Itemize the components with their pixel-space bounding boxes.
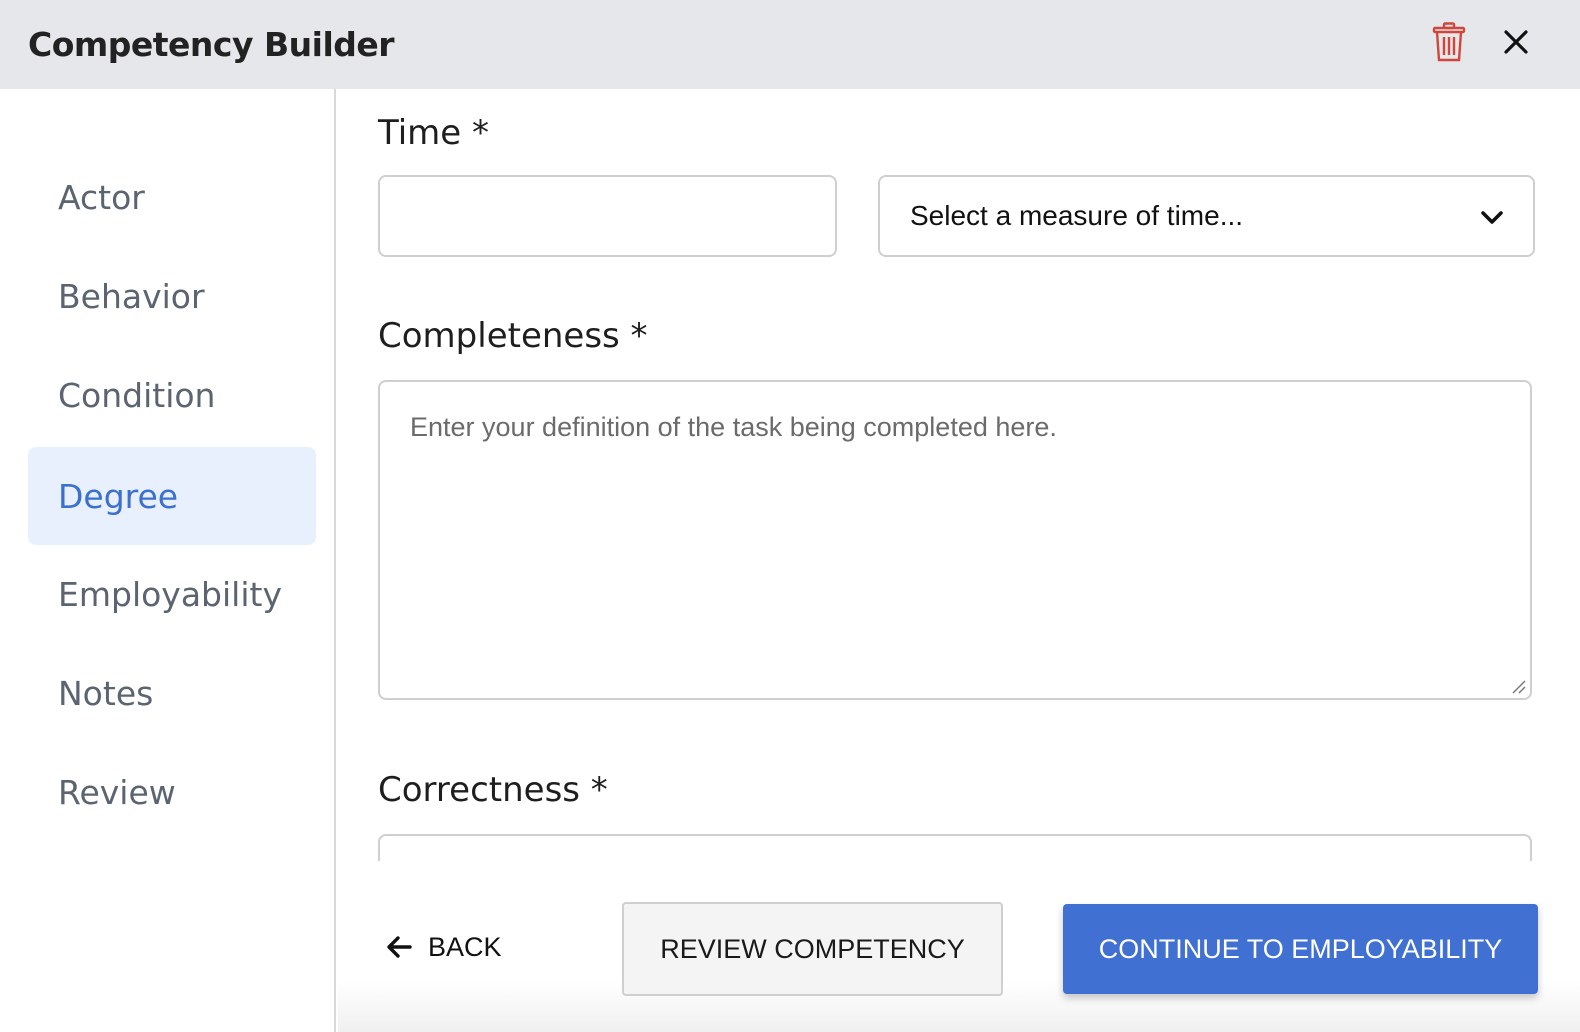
continue-button-label: CONTINUE TO EMPLOYABILITY: [1098, 933, 1503, 964]
resize-handle-icon[interactable]: [1510, 678, 1526, 694]
sidebar-item-review[interactable]: Review: [28, 743, 316, 841]
review-button-label: REVIEW COMPETENCY: [660, 933, 965, 964]
sidebar-item-label: Actor: [58, 177, 145, 217]
sidebar-item-employability[interactable]: Employability: [28, 545, 316, 643]
arrow-left-icon: [386, 933, 414, 961]
sidebar-item-label: Condition: [58, 375, 216, 415]
completeness-label: Completeness *: [378, 316, 648, 356]
step-sidebar: Actor Behavior Condition Degree Employab…: [0, 89, 336, 1032]
sidebar-item-label: Review: [58, 772, 176, 812]
sidebar-item-degree[interactable]: Degree: [28, 447, 316, 545]
sidebar-item-label: Degree: [58, 476, 179, 516]
degree-form: Time * Select a measure of time... Compl…: [338, 89, 1580, 861]
time-label: Time *: [378, 113, 490, 153]
time-measure-select[interactable]: Select a measure of time...: [878, 175, 1535, 257]
sidebar-item-condition[interactable]: Condition: [28, 346, 316, 444]
modal-header: Competency Builder: [0, 0, 1580, 89]
sidebar-item-behavior[interactable]: Behavior: [28, 247, 316, 345]
sidebar-item-actor[interactable]: Actor: [28, 148, 316, 246]
modal-title: Competency Builder: [28, 25, 395, 64]
correctness-label: Correctness *: [378, 770, 608, 810]
time-measure-select-value: Select a measure of time...: [910, 200, 1244, 231]
continue-button[interactable]: CONTINUE TO EMPLOYABILITY: [1063, 904, 1538, 994]
close-icon[interactable]: [1500, 26, 1532, 58]
completeness-textarea[interactable]: Enter your definition of the task being …: [378, 380, 1532, 700]
sidebar-item-label: Employability: [58, 574, 282, 614]
sidebar-item-label: Notes: [58, 673, 154, 713]
trash-icon[interactable]: [1432, 22, 1466, 62]
chevron-down-icon: [1479, 205, 1505, 231]
sidebar-item-label: Behavior: [58, 276, 205, 316]
form-footer: BACK REVIEW COMPETENCY CONTINUE TO EMPLO…: [338, 861, 1580, 1032]
completeness-placeholder: Enter your definition of the task being …: [410, 412, 1057, 442]
review-competency-button[interactable]: REVIEW COMPETENCY: [622, 902, 1003, 996]
back-button[interactable]: BACK: [386, 927, 502, 967]
sidebar-item-notes[interactable]: Notes: [28, 644, 316, 742]
back-button-label: BACK: [428, 931, 502, 962]
time-input[interactable]: [378, 175, 837, 257]
correctness-input[interactable]: [378, 834, 1532, 861]
